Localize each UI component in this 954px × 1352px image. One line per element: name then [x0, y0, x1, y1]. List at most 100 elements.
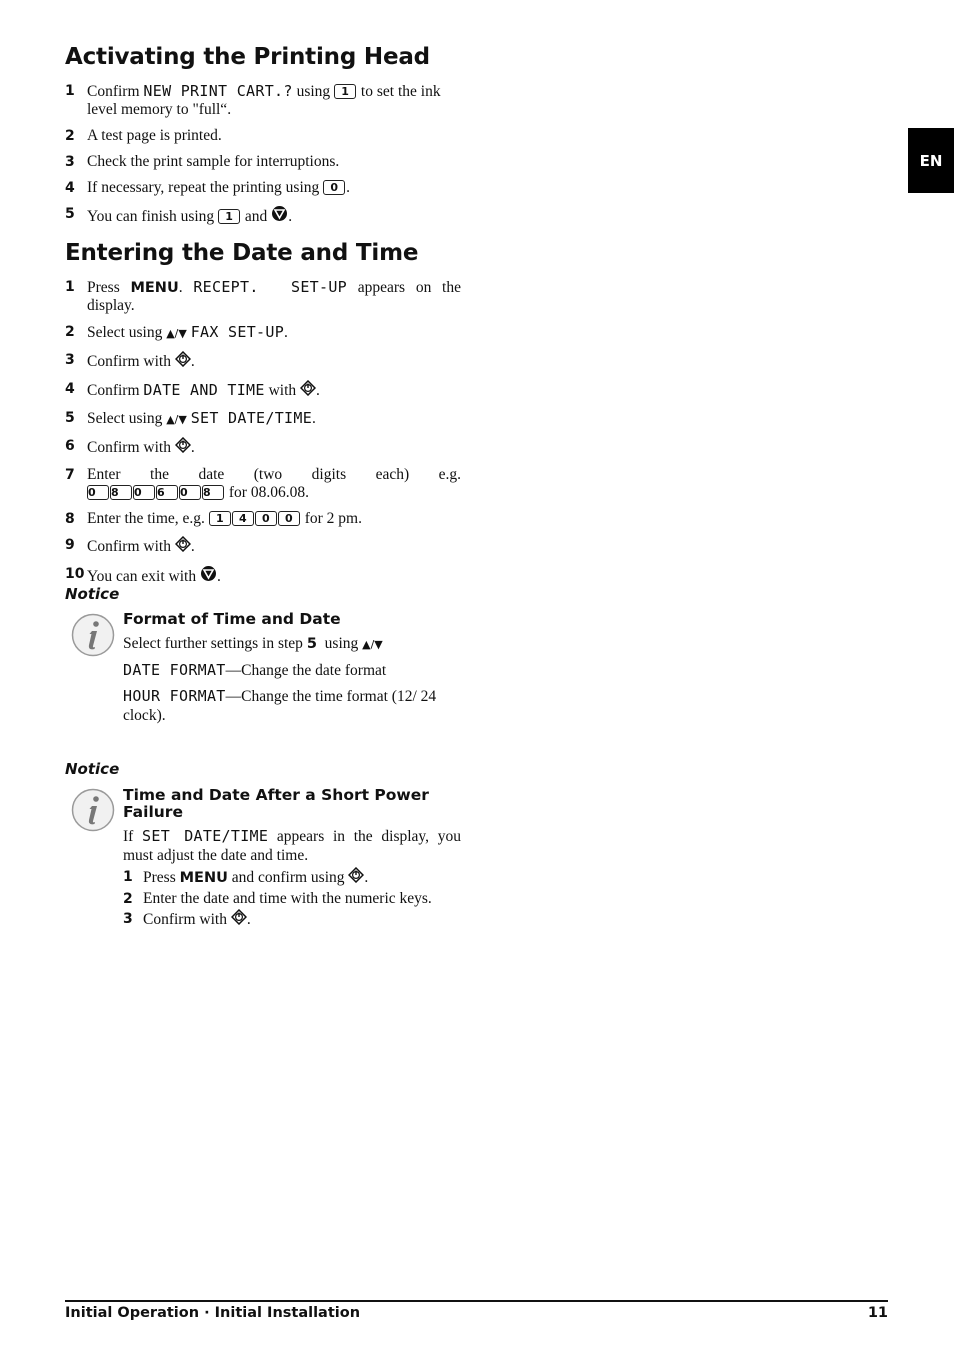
notice-text: Select further settings in step 5 using … — [123, 634, 461, 654]
display-text: SET DATE/TIME — [190, 409, 313, 427]
key-button: 0 — [133, 485, 155, 500]
stop-icon — [200, 565, 217, 587]
list-item: 4 Confirm DATE AND TIME with . — [65, 379, 461, 401]
up-down-arrow-icon: ▲/▼ — [166, 327, 187, 340]
step-number: 2 — [123, 891, 133, 907]
step-text: You can exit with — [87, 568, 200, 585]
step-number: 10 — [65, 566, 85, 582]
text: Enter the date and time with the numeric… — [143, 890, 432, 907]
list-item: 9 Confirm with . — [65, 535, 461, 557]
key-button: 8 — [202, 485, 224, 500]
list-item: 3 Check the print sample for interruptio… — [65, 153, 461, 171]
list-item: 10 You can exit with . — [65, 565, 461, 587]
page-number: 11 — [867, 1305, 888, 1321]
notice-item: HOUR FORMAT—Change the time format (12/ … — [123, 687, 461, 725]
text: Press — [143, 869, 180, 886]
section-title: Activating the Printing Head — [65, 44, 430, 70]
step-text: . — [216, 568, 221, 585]
step-text: for 2 pm. — [300, 510, 362, 527]
text: and confirm using — [227, 869, 349, 886]
language-label: EN — [919, 151, 943, 170]
list-item: 5 Select using ▲/▼ SET DATE/TIME. — [65, 409, 461, 429]
list-item: 5 You can finish using 1 and . — [65, 205, 461, 227]
text: using — [316, 635, 363, 652]
up-down-arrow-icon: ▲/▼ — [166, 413, 187, 426]
key-button: 4 — [231, 511, 254, 526]
step-text: . — [312, 410, 316, 427]
step-text: using — [292, 83, 335, 100]
text: Confirm with — [143, 911, 231, 928]
key-button: 1 — [334, 84, 357, 99]
step-text: If necessary, repeat the printing using — [87, 179, 324, 196]
step-number: 8 — [65, 511, 75, 527]
step-number: 1 — [65, 279, 75, 295]
ok-start-icon — [174, 535, 191, 557]
step-text: . — [284, 324, 288, 341]
info-icon — [71, 613, 115, 657]
key-button: 0 — [254, 511, 277, 526]
notice-text: If SET DATE/TIME appears in the display,… — [123, 827, 461, 865]
ok-start-icon — [174, 436, 191, 458]
text: . — [364, 869, 369, 886]
section-title: Entering the Date and Time — [65, 240, 419, 266]
display-text: RECEPT. SET-UP — [193, 278, 348, 296]
step-text: Select using — [87, 324, 167, 341]
step-text: Check the print sample for interruptions… — [87, 153, 340, 170]
language-tab: EN — [908, 128, 954, 193]
step-text: Confirm with — [87, 439, 175, 456]
key-button: 6 — [156, 485, 178, 500]
step-number: 9 — [65, 537, 75, 553]
ok-start-icon — [230, 908, 247, 931]
section-activating-printing-head: Activating the Printing Head 1 Confirm N… — [65, 44, 461, 235]
info-icon — [71, 788, 115, 832]
step-text: A test page is printed. — [87, 127, 222, 144]
display-text: DATE AND TIME — [143, 381, 265, 399]
list-item: 4 If necessary, repeat the printing usin… — [65, 179, 461, 197]
step-text: for 08.06.08. — [225, 484, 309, 501]
display-text: NEW PRINT CART.? — [143, 82, 293, 100]
section-entering-date-time: Entering the Date and Time 1 Press MENU.… — [65, 240, 461, 595]
step-text: and — [241, 208, 272, 225]
step-text: . — [346, 179, 351, 196]
step-number: 3 — [65, 154, 75, 170]
step-number: 1 — [123, 869, 133, 885]
key-button: 1 — [218, 209, 241, 224]
step-text: . — [190, 353, 195, 370]
step-text: Confirm — [87, 83, 144, 100]
text: Select further settings in step — [123, 635, 307, 652]
step-number: 2 — [65, 128, 75, 144]
footer-section-title: Initial Operation · Initial Installation — [65, 1305, 361, 1321]
step-number: 2 — [65, 324, 75, 340]
text: . — [246, 911, 251, 928]
step-number: 5 — [65, 206, 75, 222]
list-item: 3 Confirm with . — [123, 908, 461, 931]
menu-key-label: MENU — [179, 870, 228, 886]
step-text: Confirm with — [87, 538, 175, 555]
list-item: 6 Confirm with . — [65, 436, 461, 458]
list-item: 3 Confirm with . — [65, 350, 461, 372]
notice-title: Time and Date After a Short Power Failur… — [123, 786, 429, 821]
list-item: 7 Enter the date (two digits each) e.g. … — [65, 466, 461, 502]
ok-start-icon — [299, 379, 317, 401]
step-number: 6 — [65, 438, 75, 454]
display-text: SET DATE/TIME — [142, 827, 269, 845]
step-text: . — [288, 208, 293, 225]
key-button: 8 — [110, 485, 132, 500]
text: If — [123, 828, 143, 845]
step-text: Press — [87, 279, 131, 296]
step-text: . — [190, 538, 195, 555]
step-text: Enter the date (two digits each) e.g. — [87, 466, 461, 483]
key-button: 0 — [277, 511, 300, 526]
ok-start-icon — [348, 866, 365, 889]
ok-start-icon — [174, 350, 191, 372]
list-item: 2 A test page is printed. — [65, 127, 461, 145]
step-text: Enter the time, e.g. — [87, 510, 209, 527]
step-text: . — [190, 439, 195, 456]
key-button: 0 — [323, 180, 346, 195]
step-number: 1 — [65, 83, 75, 99]
key-button: 0 — [87, 485, 109, 500]
step-text: . — [178, 279, 194, 296]
notice-title: Format of Time and Date — [123, 610, 341, 628]
menu-key-label: MENU — [130, 280, 179, 296]
key-button: 1 — [208, 511, 231, 526]
